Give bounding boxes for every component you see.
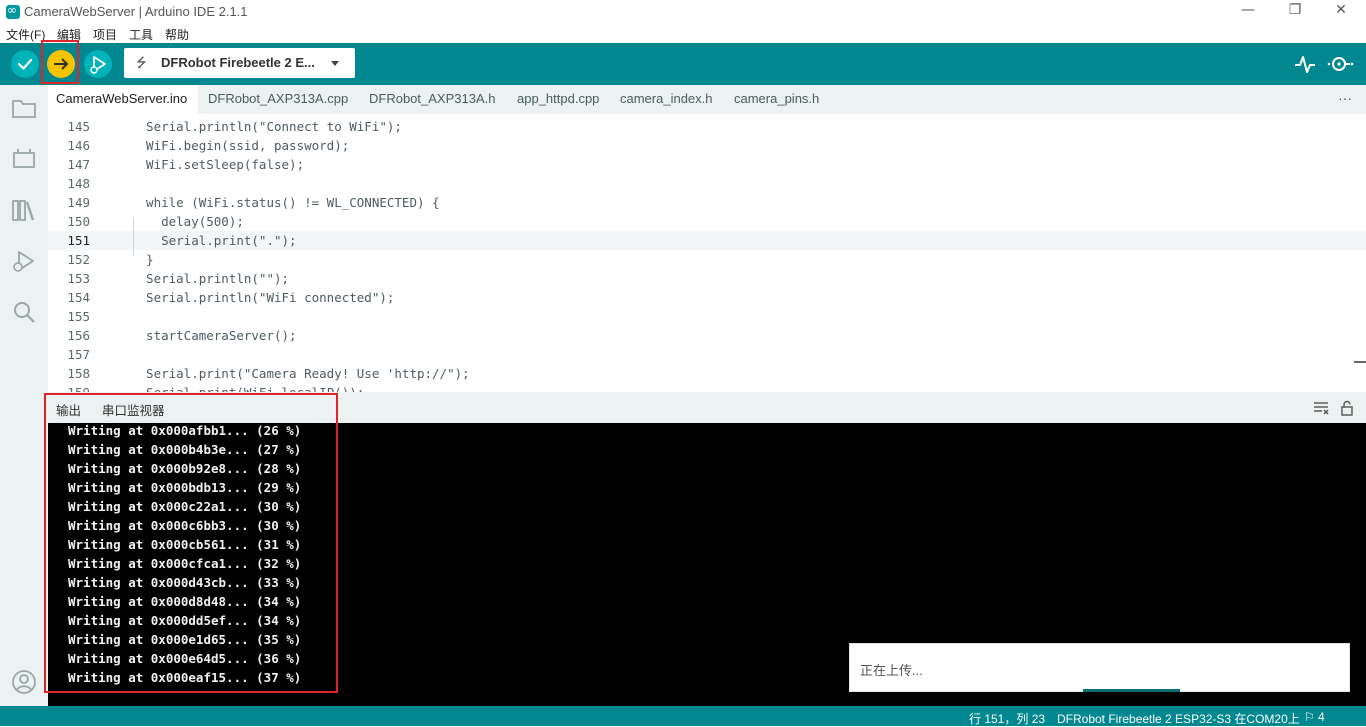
minimize-button[interactable]: — (1228, 2, 1268, 22)
debug-icon (90, 56, 106, 74)
tab-app-httpd-cpp[interactable]: app_httpd.cpp (517, 85, 617, 114)
usb-icon: ⭍ (136, 56, 147, 71)
code-line-current: 151 Serial.print("."); (48, 231, 1366, 250)
code-line: 147 WiFi.setSleep(false); (67, 157, 305, 172)
cursor-position[interactable]: 行 151，列 23 (969, 710, 1045, 727)
indent-guide (133, 218, 134, 256)
code-line: 154 Serial.println("WiFi connected"); (67, 290, 395, 305)
search-icon[interactable] (11, 299, 37, 325)
menu-sketch[interactable]: 项目 (93, 26, 117, 43)
board-manager-icon[interactable] (11, 146, 37, 172)
serial-plotter-button[interactable] (1292, 52, 1318, 76)
serial-monitor-icon (1327, 57, 1354, 71)
notification-count[interactable]: 4 (1318, 710, 1325, 724)
upload-progress-bar (1083, 689, 1180, 692)
arduino-logo-icon (6, 3, 20, 19)
editor-tabs: CameraWebServer.ino DFRobot_AXP313A.cpp … (48, 85, 1366, 114)
status-bar: 行 151，列 23 DFRobot Firebeetle 2 ESP32-S3… (0, 706, 1366, 726)
verify-button[interactable] (11, 50, 39, 78)
unlock-icon[interactable] (1339, 400, 1355, 416)
board-name: DFRobot Firebeetle 2 E... (161, 55, 315, 70)
code-line: 155 (67, 309, 90, 324)
code-line: 149 while (WiFi.status() != WL_CONNECTED… (67, 195, 440, 210)
code-line: 152 } (67, 252, 154, 267)
tab-camerawebserver-ino[interactable]: CameraWebServer.ino (48, 85, 198, 114)
notification-bell-icon[interactable]: ⚐ (1304, 710, 1315, 724)
code-line: 150 delay(500); (67, 214, 244, 229)
code-line: 159 Serial.print(WiFi.localIP()); (48, 383, 1366, 392)
serial-monitor-button[interactable] (1326, 52, 1354, 76)
board-port-status[interactable]: DFRobot Firebeetle 2 ESP32-S3 在COM20上 (1057, 710, 1300, 727)
menu-file[interactable]: 文件(F) (6, 26, 45, 43)
plotter-icon (1295, 56, 1315, 73)
chevron-down-icon (331, 61, 339, 66)
account-icon[interactable] (11, 669, 37, 695)
code-line: 153 Serial.println(""); (67, 271, 290, 286)
code-line: 157 (67, 347, 90, 362)
code-line: 146 WiFi.begin(ssid, password); (67, 138, 350, 153)
tab-dfrobot-axp313a-h[interactable]: DFRobot_AXP313A.h (369, 85, 509, 114)
restore-button[interactable]: ❐ (1275, 2, 1315, 22)
board-selector[interactable]: ⭍ DFRobot Firebeetle 2 E... (124, 48, 355, 78)
close-button[interactable]: ✕ (1321, 2, 1361, 22)
code-line: 156 startCameraServer(); (67, 328, 297, 343)
clear-output-icon[interactable] (1313, 400, 1329, 416)
upload-notification: 正在上传... (849, 643, 1350, 692)
code-editor[interactable]: 145 Serial.println("Connect to WiFi"); 1… (48, 114, 1366, 392)
checkmark-icon (17, 58, 33, 70)
editor-scroll-indicator[interactable] (1354, 361, 1366, 363)
code-line: 145 Serial.println("Connect to WiFi"); (67, 119, 402, 134)
notification-text: 正在上传... (860, 663, 923, 678)
menu-help[interactable]: 帮助 (165, 26, 189, 43)
library-icon[interactable] (11, 197, 37, 223)
window-title: CameraWebServer | Arduino IDE 2.1.1 (24, 4, 248, 19)
more-tabs-button[interactable]: ··· (1338, 85, 1352, 111)
tab-dfrobot-axp313a-cpp[interactable]: DFRobot_AXP313A.cpp (208, 85, 358, 114)
title-bar: CameraWebServer | Arduino IDE 2.1.1 — ❐ … (0, 0, 1366, 24)
upload-highlight-box (41, 40, 79, 84)
menu-tools[interactable]: 工具 (129, 26, 153, 43)
code-line: 158 Serial.print("Camera Ready! Use 'htt… (67, 366, 470, 381)
code-line: 148 (67, 176, 90, 191)
debug-sidebar-icon[interactable] (11, 248, 37, 274)
tab-camera-index-h[interactable]: camera_index.h (620, 85, 725, 114)
tab-camera-pins-h[interactable]: camera_pins.h (734, 85, 834, 114)
folder-icon[interactable] (11, 95, 37, 121)
menu-bar: 文件(F) 编辑 项目 工具 帮助 (0, 24, 1366, 44)
debug-button[interactable] (84, 50, 112, 78)
output-highlight-box (44, 393, 338, 693)
activity-bar (0, 85, 48, 706)
